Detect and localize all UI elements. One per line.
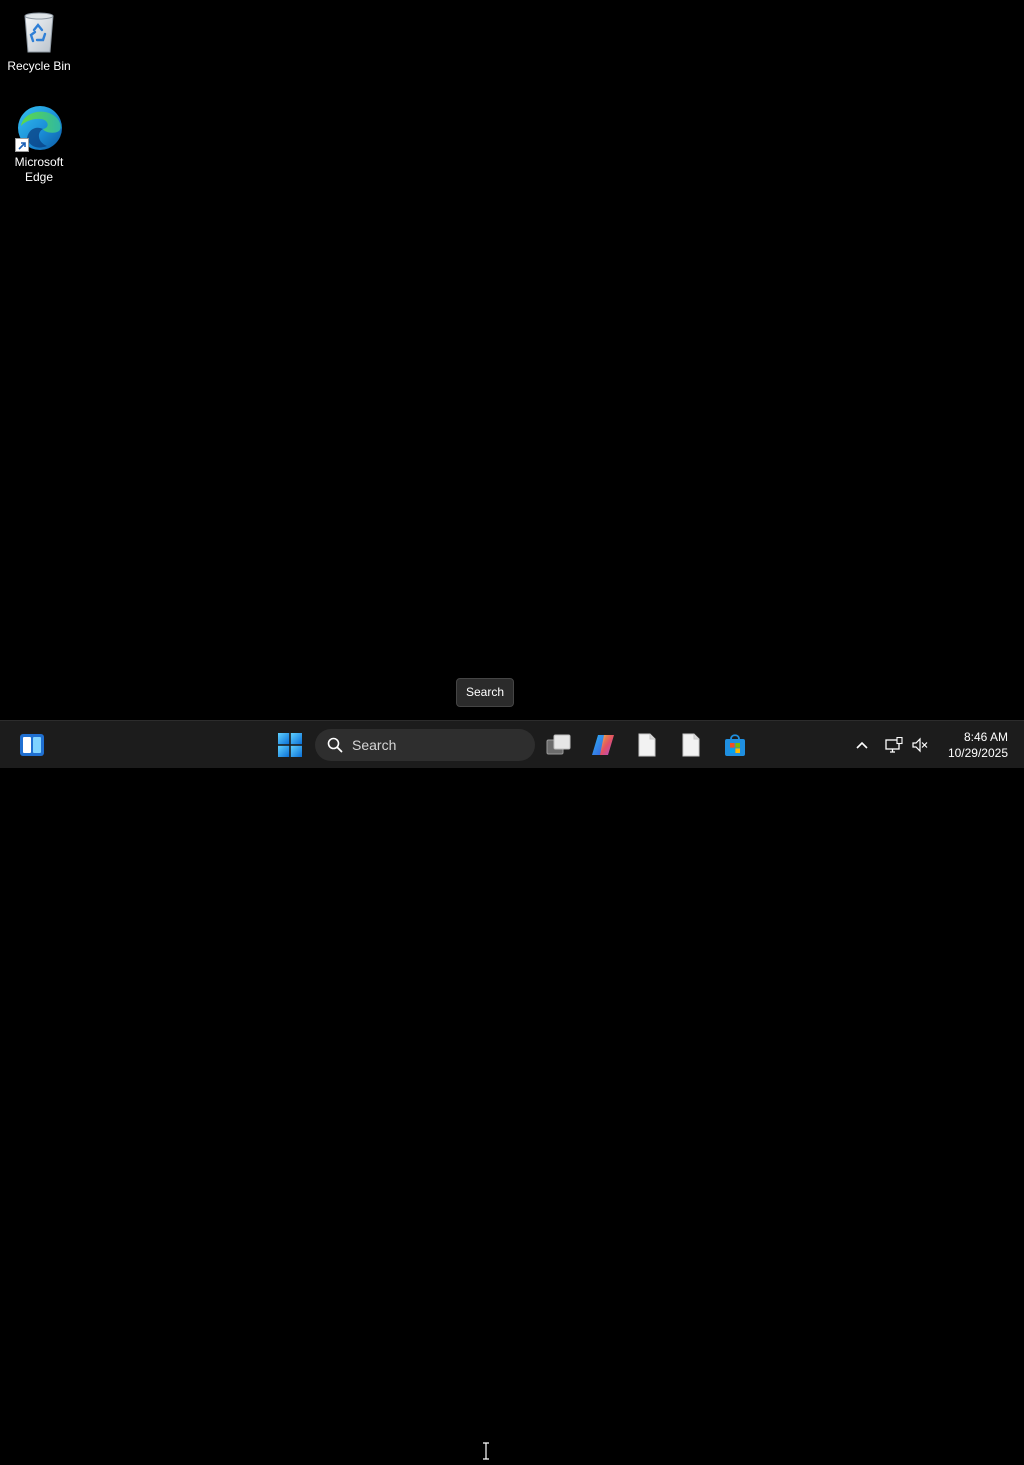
start-button[interactable] (270, 725, 310, 765)
task-view-icon (546, 734, 571, 755)
task-view-button[interactable] (539, 725, 579, 765)
microsoft-store-button[interactable] (715, 725, 755, 765)
taskbar-search-box[interactable]: Search (315, 729, 535, 761)
search-placeholder: Search (352, 737, 397, 753)
recycle-bin-icon (15, 8, 63, 56)
clock-date: 10/29/2025 (947, 746, 1008, 760)
file-taskbar-button[interactable] (671, 725, 711, 765)
text-cursor-icon (481, 1442, 491, 1460)
desktop[interactable]: Recycle Bin Microsoft Edge Search (0, 0, 1024, 720)
document-icon (638, 733, 656, 757)
file-taskbar-button[interactable] (627, 725, 667, 765)
recycle-bin-shortcut[interactable]: Recycle Bin (1, 8, 77, 74)
taskbar-clock[interactable]: 8:46 AM 10/29/2025 (936, 725, 1016, 765)
windows-logo-icon (278, 733, 302, 757)
widgets-button[interactable] (12, 725, 52, 765)
volume-muted-icon (912, 737, 928, 753)
clock-time: 8:46 AM (963, 730, 1008, 744)
network-icon (885, 737, 903, 753)
microsoft-edge-label: Microsoft Edge (14, 155, 64, 184)
show-hidden-icons-button[interactable] (846, 725, 878, 765)
search-icon (327, 737, 343, 753)
store-icon (725, 734, 745, 756)
shortcut-arrow-icon (15, 138, 29, 152)
edge-icon (15, 104, 63, 152)
taskbar: Search 8:46 AM 10/29/2025 (0, 720, 1024, 1460)
microsoft-edge-shortcut[interactable]: Microsoft Edge (1, 104, 77, 185)
network-button[interactable] (880, 725, 908, 765)
copilot-icon (592, 735, 614, 755)
copilot-button[interactable] (583, 725, 623, 765)
document-icon (682, 733, 700, 757)
chevron-up-icon (856, 741, 868, 749)
recycle-bin-label: Recycle Bin (7, 59, 71, 73)
volume-button[interactable] (906, 725, 934, 765)
search-tooltip: Search (456, 678, 515, 707)
widgets-icon (20, 734, 44, 756)
